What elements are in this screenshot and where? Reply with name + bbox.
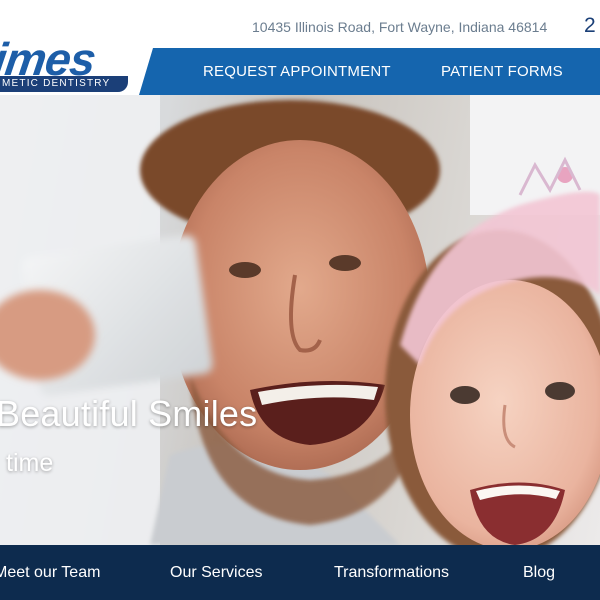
practice-address: 10435 Illinois Road, Fort Wayne, Indiana…: [252, 19, 548, 35]
nav-our-services[interactable]: Our Services: [170, 545, 262, 600]
hero-banner: Beautiful Smiles time: [0, 95, 600, 545]
nav-transformations[interactable]: Transformations: [334, 545, 449, 600]
site-header: imes METIC DENTISTRY 10435 Illinois Road…: [0, 0, 600, 95]
nav-meet-our-team[interactable]: Meet our Team: [0, 545, 100, 600]
nav-bar-cap: [139, 48, 153, 95]
logo-tagline: METIC DENTISTRY: [2, 78, 111, 89]
phone-link[interactable]: 2: [584, 14, 596, 38]
top-nav: REQUEST APPOINTMENT PATIENT FORMS: [153, 48, 600, 95]
hero-photo: [0, 95, 600, 545]
hero-subheadline: time: [6, 449, 54, 477]
logo-link[interactable]: imes METIC DENTISTRY: [0, 36, 130, 96]
nav-blog[interactable]: Blog: [523, 545, 555, 600]
request-appointment-link[interactable]: REQUEST APPOINTMENT: [203, 48, 391, 95]
main-nav: Meet our Team Our Services Transformatio…: [0, 545, 600, 600]
patient-forms-link[interactable]: PATIENT FORMS: [441, 48, 563, 95]
hero-headline: Beautiful Smiles: [0, 393, 258, 434]
